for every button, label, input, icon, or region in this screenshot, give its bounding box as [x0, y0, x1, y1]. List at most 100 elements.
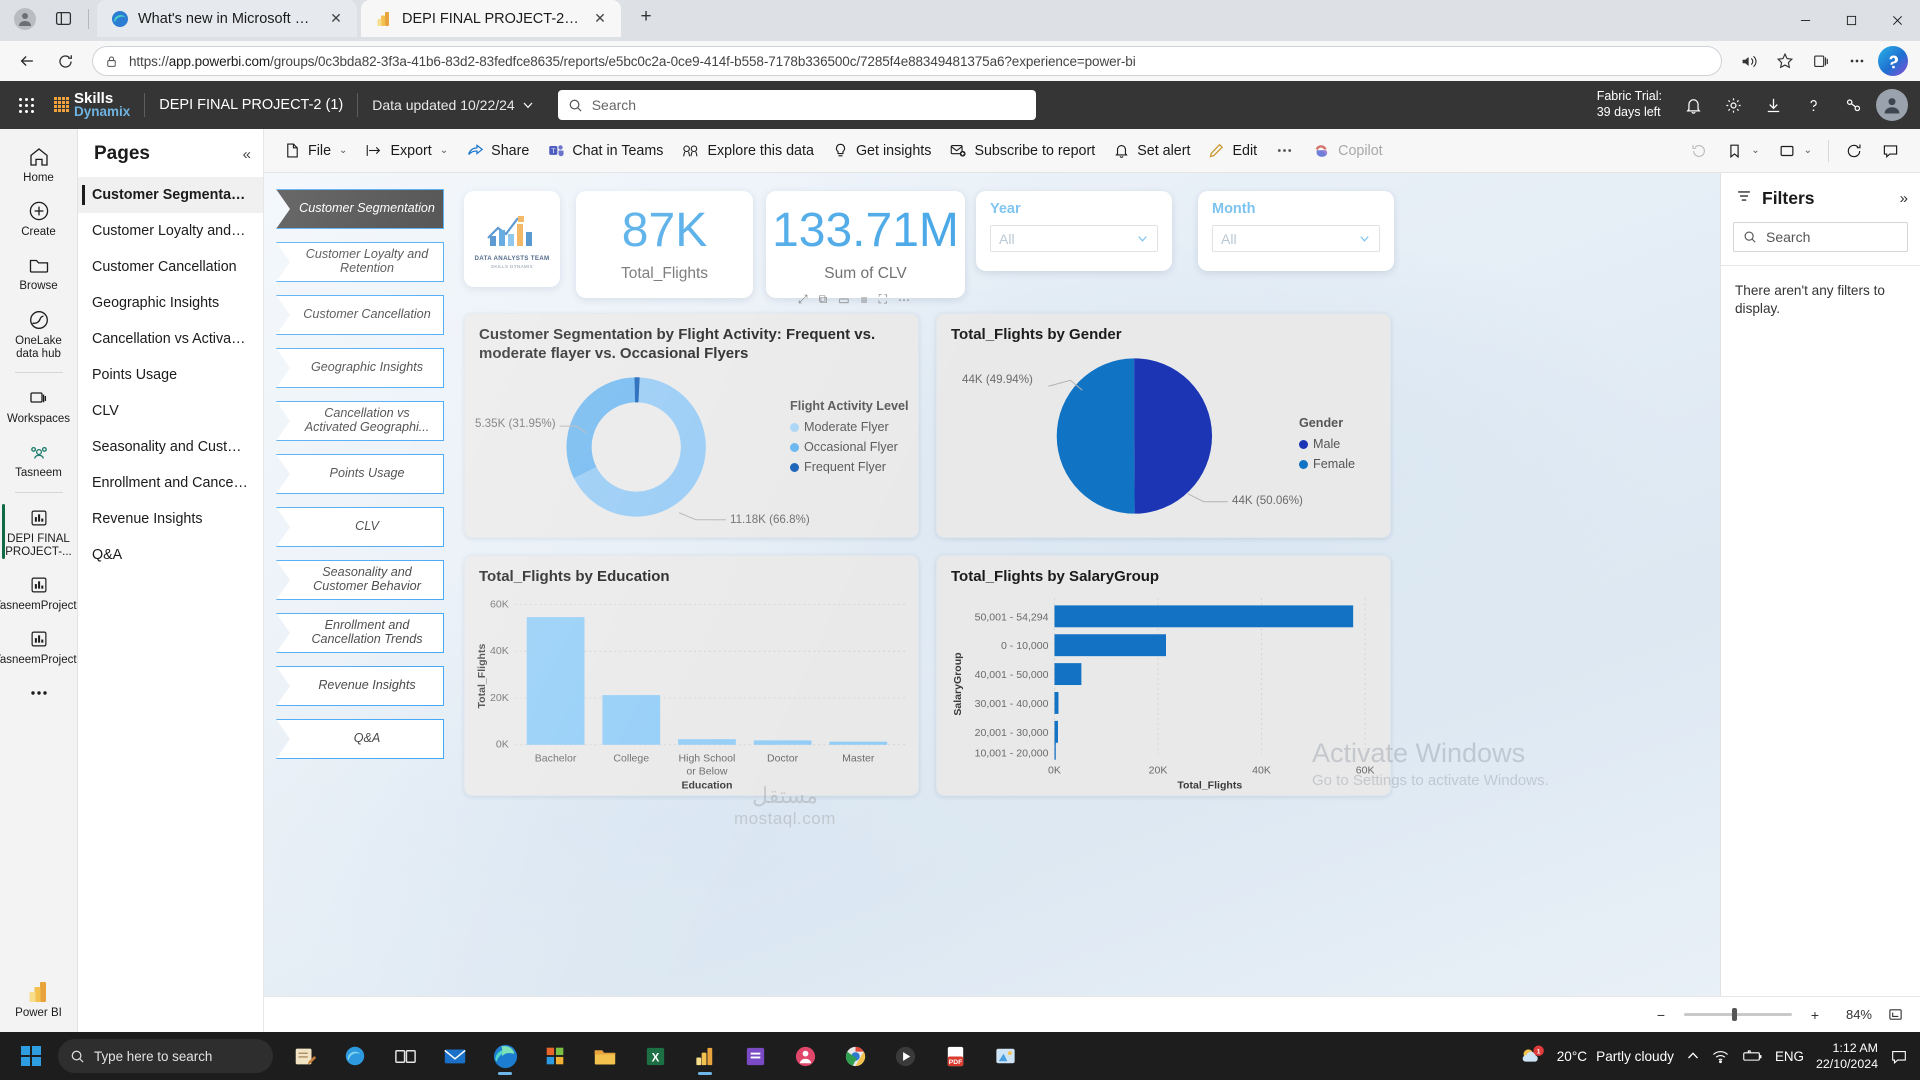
- visual-total-flights-by-gender[interactable]: Total_Flights by Gender 44K (49.94%) 44K…: [936, 313, 1391, 538]
- battery-button[interactable]: [1741, 1049, 1763, 1063]
- nav-button-enrollment[interactable]: Enrollment and Cancellation Trends: [276, 613, 444, 653]
- rail-item-depi-project[interactable]: DEPI FINAL PROJECT-...: [1, 498, 76, 565]
- page-item-customer-segmentation[interactable]: Customer Segmentation: [78, 177, 263, 213]
- nav-button-points-usage[interactable]: Points Usage: [276, 454, 444, 494]
- legend-item-frequent-flyer[interactable]: Frequent Flyer: [790, 460, 909, 474]
- zoom-in-button[interactable]: +: [1804, 1004, 1826, 1026]
- canvas-scroll[interactable]: Customer Segmentation Customer Loyalty a…: [264, 173, 1720, 996]
- rail-item-onelake[interactable]: OneLake data hub: [2, 300, 76, 367]
- focus-mode-icon[interactable]: ⛶: [879, 292, 887, 307]
- nav-button-revenue-insights[interactable]: Revenue Insights: [276, 666, 444, 706]
- export-menu-button[interactable]: Export ⌄: [357, 137, 456, 164]
- collections-button[interactable]: [1804, 45, 1838, 77]
- tab-close-icon[interactable]: ✕: [325, 8, 347, 30]
- subscribe-to-report-button[interactable]: Subscribe to report: [941, 137, 1103, 164]
- taskbar-app-file-explorer[interactable]: [581, 1035, 629, 1077]
- nav-button-qa[interactable]: Q&A: [276, 719, 444, 759]
- donut-slice-moderate-flyer[interactable]: [566, 377, 636, 479]
- fabric-trial-badge[interactable]: Fabric Trial: 39 days left: [1597, 89, 1662, 120]
- new-tab-button[interactable]: +: [631, 2, 661, 32]
- legend-item-male[interactable]: Male: [1299, 437, 1355, 451]
- global-search-input[interactable]: Search: [557, 90, 1036, 120]
- taskbar-app-powerbi[interactable]: [681, 1035, 729, 1077]
- rail-item-tasneem[interactable]: Tasneem: [2, 432, 76, 486]
- pie-slice-female[interactable]: [1056, 358, 1135, 514]
- back-button[interactable]: [10, 45, 44, 77]
- taskbar-app-chrome[interactable]: [831, 1035, 879, 1077]
- taskbar-app-media-player[interactable]: [881, 1035, 929, 1077]
- page-item-customer-cancellation[interactable]: Customer Cancellation: [78, 249, 263, 285]
- visual-customer-segmentation-donut[interactable]: ⤢ ⧉ ▭ ≡ ⛶ ⋯ Customer Segmentation by Fli…: [464, 292, 919, 538]
- comments-button[interactable]: [1873, 137, 1908, 165]
- tab-actions-button[interactable]: [46, 4, 80, 34]
- nav-button-geographic-insights[interactable]: Geographic Insights: [276, 348, 444, 388]
- maximize-button[interactable]: [1828, 0, 1874, 41]
- network-button[interactable]: [1712, 1049, 1729, 1064]
- explore-this-data-button[interactable]: Explore this data: [673, 137, 822, 164]
- share-button[interactable]: Share: [458, 137, 537, 164]
- legend-item-occasional-flyer[interactable]: Occasional Flyer: [790, 440, 909, 454]
- notification-center-button[interactable]: [1890, 1048, 1908, 1065]
- page-item-revenue-insights[interactable]: Revenue Insights: [78, 501, 263, 537]
- legend-item-female[interactable]: Female: [1299, 457, 1355, 471]
- data-updated-button[interactable]: Data updated 10/22/24: [372, 97, 533, 113]
- bar-10001-20000[interactable]: [1054, 737, 1056, 760]
- bar-0-10000[interactable]: [1054, 634, 1166, 657]
- kpi-card-total-flights[interactable]: 87K Total_Flights: [576, 191, 753, 298]
- address-bar[interactable]: https://app.powerbi.com/groups/0c3bda82-…: [92, 46, 1722, 76]
- browser-settings-button[interactable]: [1840, 45, 1874, 77]
- chat-in-teams-button[interactable]: T Chat in Teams: [539, 137, 671, 164]
- taskbar-search-input[interactable]: Type here to search: [58, 1039, 273, 1073]
- nav-button-customer-cancellation[interactable]: Customer Cancellation: [276, 295, 444, 335]
- nav-button-clv[interactable]: CLV: [276, 507, 444, 547]
- feedback-button[interactable]: [1836, 88, 1870, 122]
- refresh-button[interactable]: [48, 45, 82, 77]
- page-item-points-usage[interactable]: Points Usage: [78, 357, 263, 393]
- legend-item-moderate-flyer[interactable]: Moderate Flyer: [790, 420, 909, 434]
- bar-40001-50000[interactable]: [1054, 663, 1082, 686]
- page-item-qa[interactable]: Q&A: [78, 537, 263, 573]
- taskbar-app-excel[interactable]: X: [631, 1035, 679, 1077]
- slicer-dropdown[interactable]: All: [990, 225, 1158, 252]
- view-button[interactable]: ⌄: [1770, 137, 1820, 165]
- taskbar-app-notebook[interactable]: [731, 1035, 779, 1077]
- bar-30001-40000[interactable]: [1054, 692, 1059, 715]
- nav-button-cancellation-vs-activated[interactable]: Cancellation vs Activated Geographi...: [276, 401, 444, 441]
- pie-slice-male[interactable]: [1134, 358, 1213, 514]
- bookmarks-button[interactable]: ⌄: [1718, 137, 1767, 165]
- taskbar-app-task-view[interactable]: [381, 1035, 429, 1077]
- more-options-button[interactable]: [1267, 137, 1302, 164]
- copilot-button[interactable]: [1876, 45, 1910, 77]
- bar-college[interactable]: [602, 695, 661, 745]
- account-avatar[interactable]: [1876, 89, 1908, 121]
- copilot-button[interactable]: Copilot: [1304, 137, 1391, 165]
- rail-item-workspaces[interactable]: Workspaces: [2, 378, 76, 432]
- taskbar-clock[interactable]: 1:12 AM 22/10/2024: [1816, 1040, 1878, 1072]
- taskbar-weather[interactable]: 1 20°C Partly cloudy: [1518, 1043, 1674, 1070]
- rail-item-more[interactable]: [2, 673, 76, 712]
- bar-master[interactable]: [829, 741, 888, 745]
- close-button[interactable]: [1874, 0, 1920, 41]
- nav-button-customer-segmentation[interactable]: Customer Segmentation: [276, 189, 444, 229]
- page-item-seasonality[interactable]: Seasonality and Custom...: [78, 429, 263, 465]
- app-launcher-button[interactable]: [12, 91, 40, 119]
- taskbar-app-edge[interactable]: [481, 1035, 529, 1077]
- filter-visual-icon[interactable]: ⤢: [798, 292, 808, 307]
- page-item-geographic-insights[interactable]: Geographic Insights: [78, 285, 263, 321]
- nav-button-seasonality[interactable]: Seasonality and Customer Behavior: [276, 560, 444, 600]
- bar-50001-54294[interactable]: [1054, 605, 1354, 628]
- tab-close-icon[interactable]: ✕: [589, 8, 611, 30]
- taskbar-app-pdf[interactable]: PDF: [931, 1035, 979, 1077]
- downloads-button[interactable]: [1756, 88, 1790, 122]
- fit-to-page-button[interactable]: [1884, 1004, 1906, 1026]
- filters-search-input[interactable]: Search: [1733, 222, 1908, 252]
- browser-tab-1[interactable]: DEPI FINAL PROJECT-2 (1) - Powe ✕: [361, 0, 621, 37]
- set-alert-button[interactable]: Set alert: [1105, 137, 1198, 164]
- brand-logo[interactable]: Skills Dynamix: [54, 91, 130, 118]
- visual-total-flights-by-salarygroup[interactable]: Total_Flights by SalaryGroup 50,001 - 54…: [936, 555, 1391, 796]
- bar-doctor[interactable]: [753, 740, 812, 745]
- zoom-slider[interactable]: [1684, 1008, 1792, 1021]
- double-chevron-right-icon[interactable]: »: [1900, 190, 1908, 207]
- taskbar-app-teams[interactable]: [781, 1035, 829, 1077]
- more-options-icon[interactable]: ⋯: [898, 293, 910, 307]
